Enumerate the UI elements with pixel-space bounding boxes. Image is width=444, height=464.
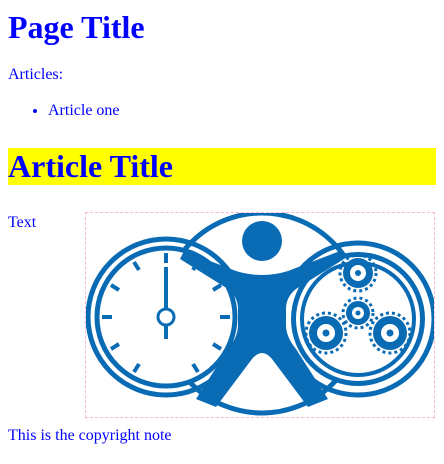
article-title: Article Title [8,148,436,185]
articles-list: Article one [8,102,120,120]
logo-container [85,212,435,418]
page-title: Page Title [8,9,145,45]
list-item: Article one [48,102,120,120]
articles-label: Articles: [8,66,64,83]
copyright-note: This is the copyright note [8,427,172,444]
accessibility-clock-gears-logo-icon [86,213,434,416]
article-text: Text [8,214,37,231]
